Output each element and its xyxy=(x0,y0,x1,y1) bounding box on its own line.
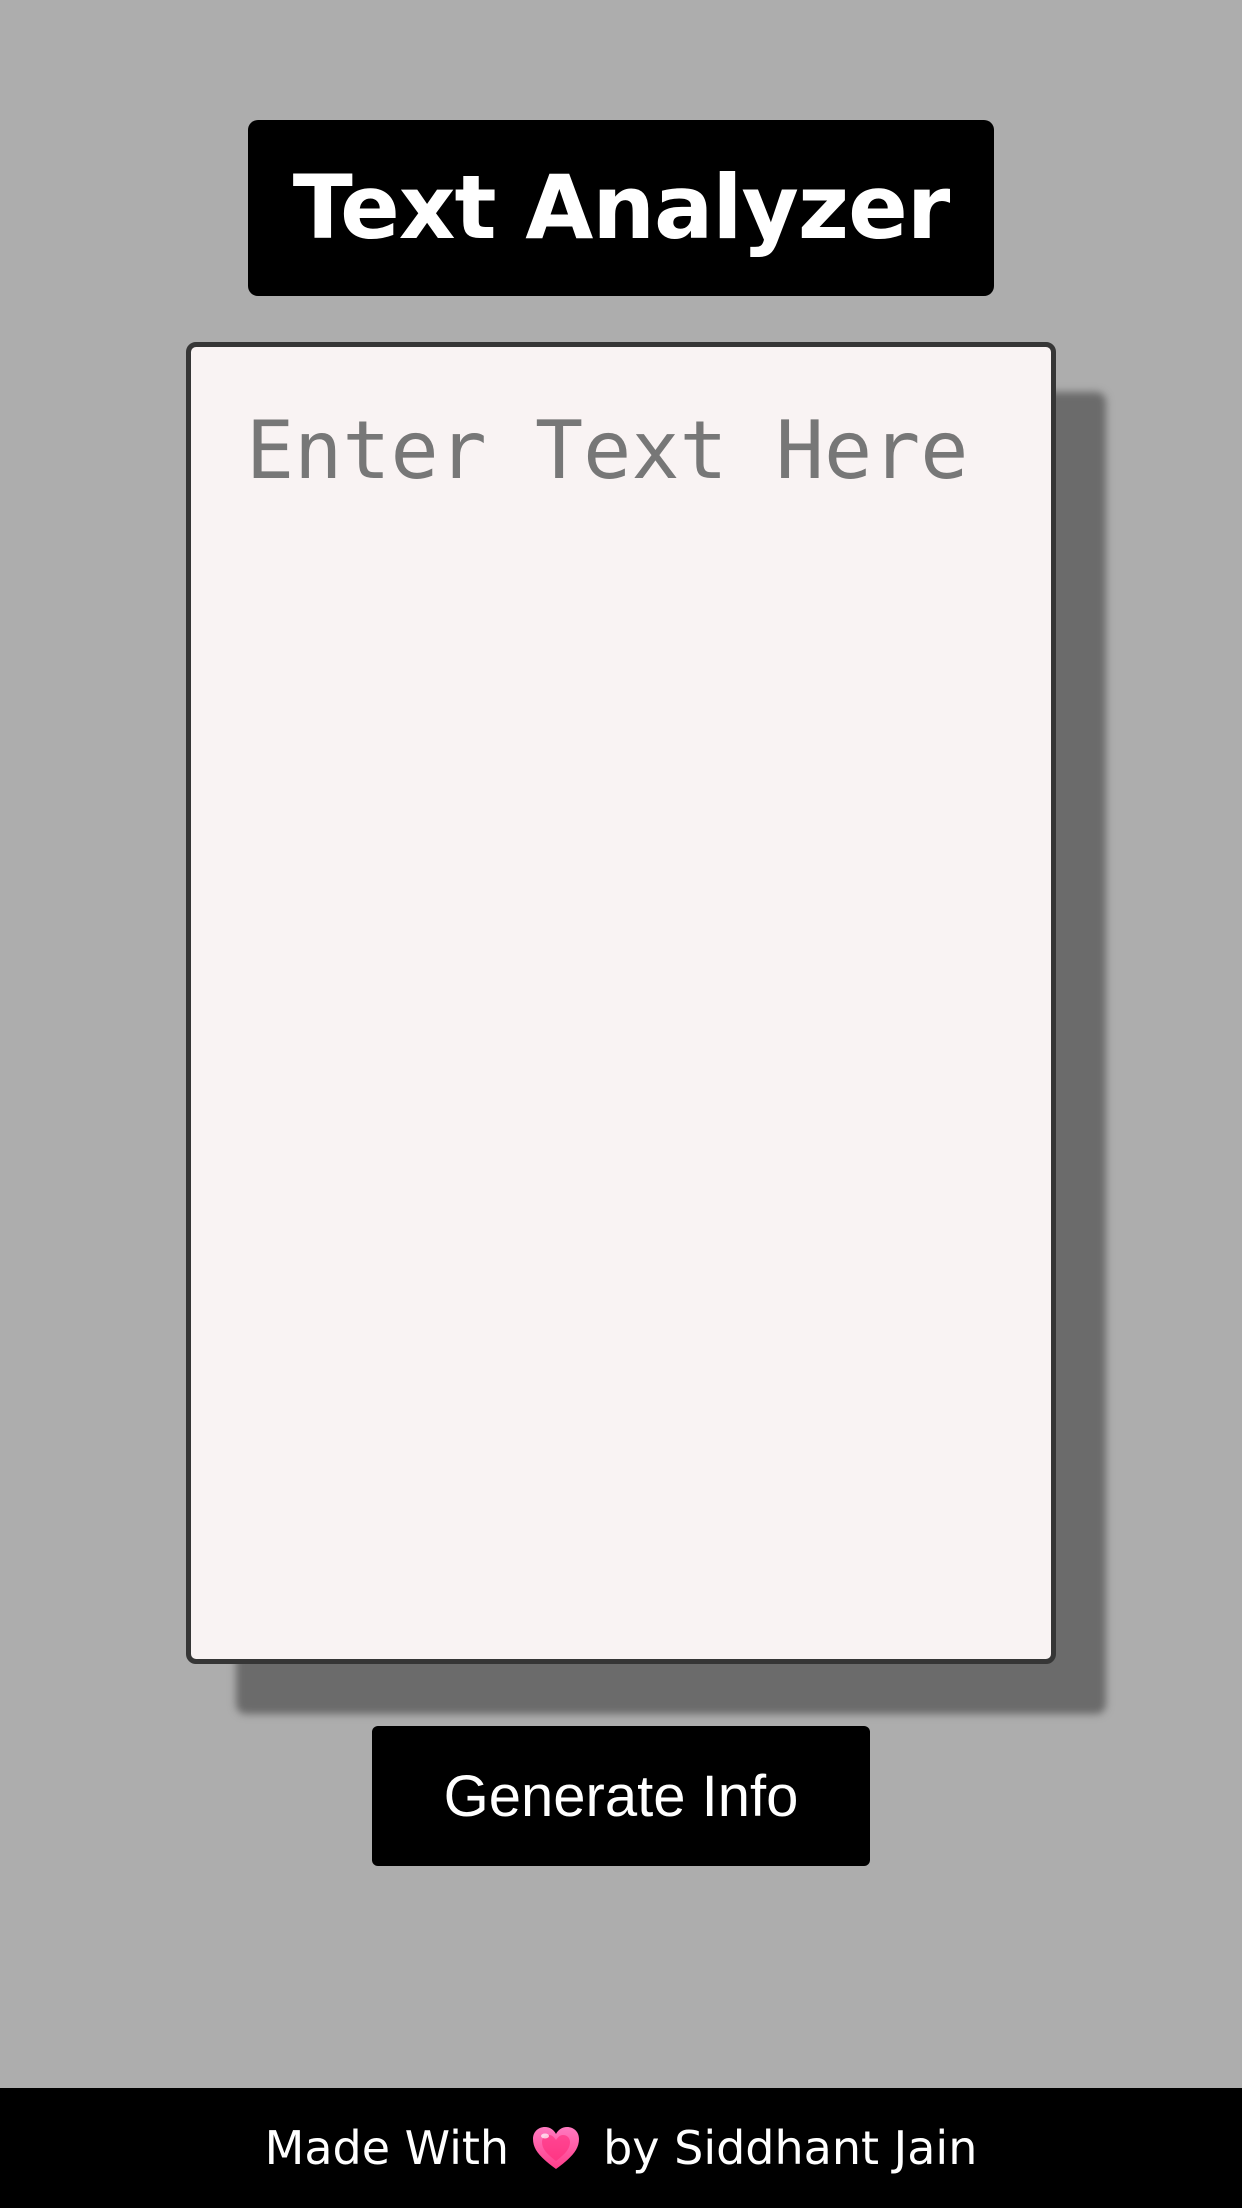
text-input-area[interactable] xyxy=(186,342,1056,1664)
footer-author: by Siddhant Jain xyxy=(603,2121,978,2175)
heart-icon xyxy=(531,2125,581,2171)
title-banner: Text Analyzer xyxy=(248,120,994,296)
footer: Made With by Siddhant Jain xyxy=(0,2088,1242,2208)
generate-info-button[interactable]: Generate Info xyxy=(372,1726,870,1866)
page-title: Text Analyzer xyxy=(292,156,950,259)
footer-made-with: Made With xyxy=(264,2121,510,2175)
